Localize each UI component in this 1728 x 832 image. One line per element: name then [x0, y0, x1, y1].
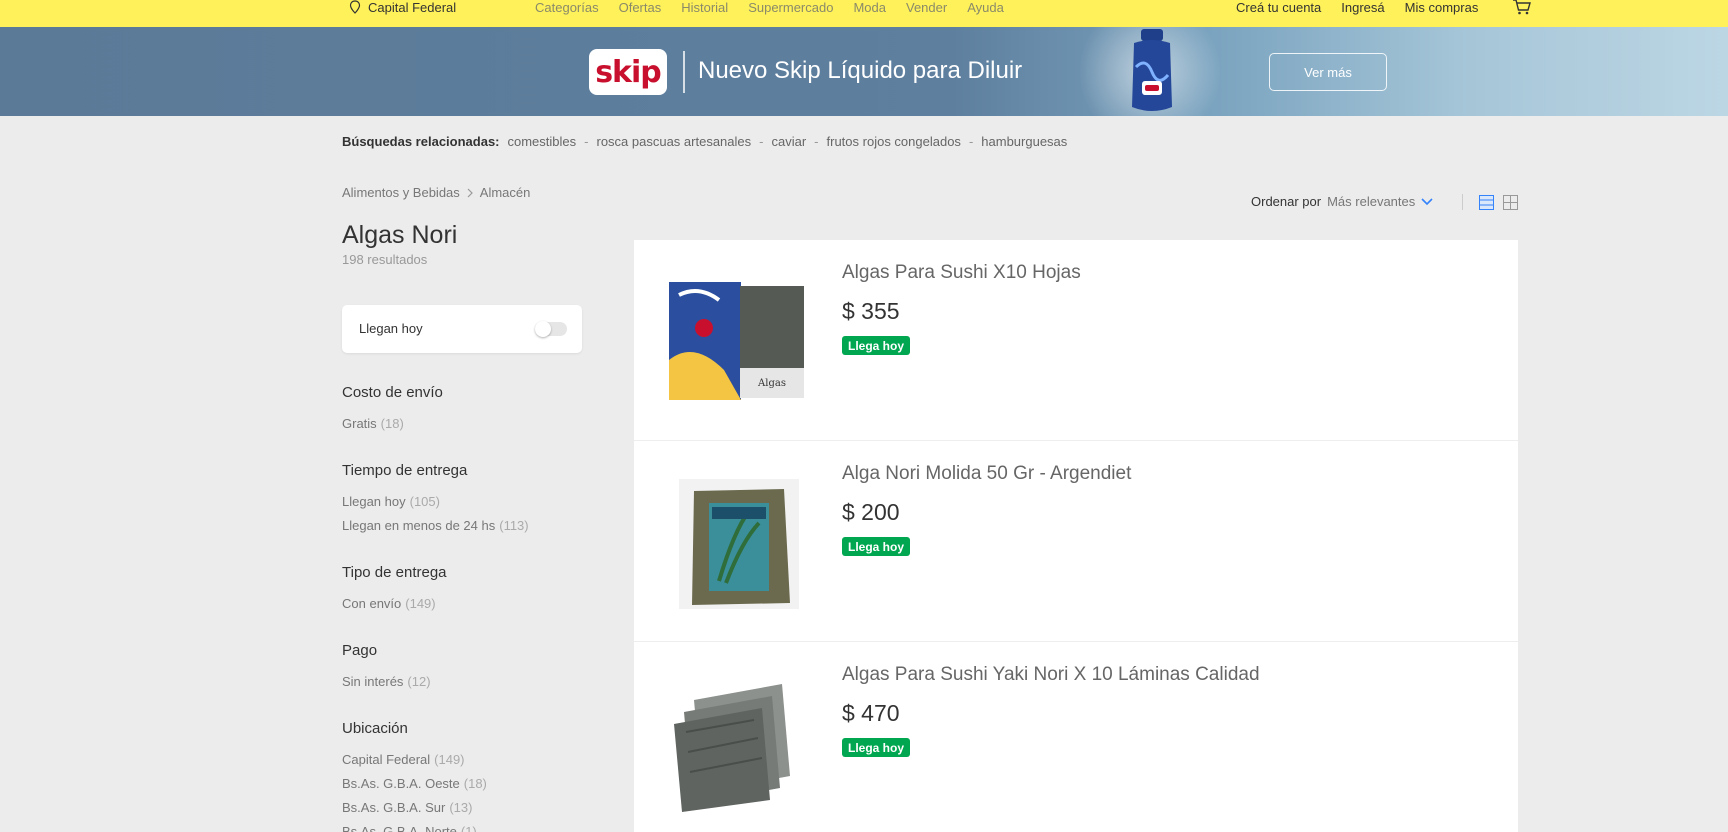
product-image-nori-sheets-pack[interactable]: Algas: [664, 270, 814, 410]
nav-link-categories[interactable]: Categorías: [535, 0, 599, 15]
login-link[interactable]: Ingresá: [1341, 0, 1384, 15]
separator-dot: -: [968, 134, 974, 149]
related-searches-label: Búsquedas relacionadas:: [342, 134, 500, 149]
skip-logo: skip: [589, 49, 667, 95]
page-title: Algas Nori: [342, 221, 458, 249]
arrives-today-badge: Llega hoy: [842, 336, 911, 355]
product-item[interactable]: Alga Nori Molida 50 Gr - Argendiet $ 200…: [634, 441, 1518, 642]
location-pin-icon: [349, 0, 361, 14]
product-list: Algas Algas Para Sushi X10 Hojas $ 355 L…: [634, 240, 1518, 832]
breadcrumb-item-food[interactable]: Alimentos y Bebidas: [342, 185, 460, 200]
product-item[interactable]: Algas Para Sushi Yaki Nori X 10 Láminas …: [634, 642, 1518, 832]
nav-link-fashion[interactable]: Moda: [853, 0, 886, 15]
arrives-today-badge: Llega hoy: [842, 537, 911, 556]
product-title[interactable]: Algas Para Sushi Yaki Nori X 10 Láminas …: [842, 664, 1260, 686]
filter-title: Tipo de entrega: [342, 564, 447, 581]
location-label: Capital Federal: [368, 0, 457, 15]
my-purchases-link[interactable]: Mis compras: [1405, 0, 1479, 15]
filter-option[interactable]: Bs.As. G.B.A. Norte (1): [342, 820, 487, 832]
svg-text:Algas: Algas: [757, 378, 786, 389]
filter-title: Tiempo de entrega: [342, 462, 468, 479]
related-search-link[interactable]: hamburguesas: [981, 134, 1067, 149]
promo-banner[interactable]: skip Nuevo Skip Líquido para Diluir Ver …: [0, 27, 1728, 116]
toggle-knob: [535, 321, 551, 337]
filter-option[interactable]: Bs.As. G.B.A. Sur (13): [342, 796, 487, 820]
top-nav-bar: Capital Federal Categorías Ofertas Histo…: [0, 0, 1728, 27]
filter-group-location: Ubicación Capital Federal (149) Bs.As. G.…: [342, 720, 487, 832]
filter-option[interactable]: Capital Federal (149): [342, 748, 487, 772]
filter-title: Costo de envío: [342, 384, 443, 401]
nav-link-help[interactable]: Ayuda: [967, 0, 1004, 15]
filter-group-payment: Pago Sin interés (12): [342, 642, 431, 694]
product-price: $ 355: [842, 298, 900, 324]
arrives-today-toggle[interactable]: [535, 321, 567, 337]
nav-link-supermarket[interactable]: Supermercado: [748, 0, 833, 15]
list-view-icon[interactable]: [1479, 195, 1494, 210]
account-links: Creá tu cuenta Ingresá Mis compras: [1236, 0, 1479, 15]
product-title[interactable]: Algas Para Sushi X10 Hojas: [842, 262, 1081, 284]
nav-links: Categorías Ofertas Historial Supermercad…: [535, 0, 1004, 15]
breadcrumb-item-almacen[interactable]: Almacén: [480, 185, 531, 200]
filter-option[interactable]: Llegan en menos de 24 hs (113): [342, 514, 529, 538]
product-title[interactable]: Alga Nori Molida 50 Gr - Argendiet: [842, 463, 1131, 485]
separator-dot: -: [759, 134, 764, 149]
filter-group-delivery-time: Tiempo de entrega Llegan hoy (105) Llegan…: [342, 462, 529, 538]
view-divider: [1462, 194, 1463, 210]
grid-view-icon[interactable]: [1503, 195, 1518, 210]
separator-dot: -: [814, 134, 819, 149]
nav-link-offers[interactable]: Ofertas: [619, 0, 662, 15]
banner-headline: Nuevo Skip Líquido para Diluir: [698, 57, 1023, 84]
filter-title: Pago: [342, 642, 378, 659]
arrives-today-label: Llegan hoy: [359, 321, 423, 336]
filter-title: Ubicación: [342, 720, 408, 737]
sort-label: Ordenar por: [1251, 194, 1322, 209]
related-search-link[interactable]: caviar: [771, 134, 806, 149]
filter-option[interactable]: Gratis (18): [342, 412, 443, 436]
product-price: $ 470: [842, 700, 900, 726]
related-search-link[interactable]: rosca pascuas artesanales: [596, 134, 751, 149]
arrives-today-badge: Llega hoy: [842, 738, 911, 757]
sort-value: Más relevantes: [1327, 194, 1416, 209]
arrives-today-filter[interactable]: Llegan hoy: [342, 305, 582, 353]
product-image-ground-nori-bag[interactable]: [664, 471, 814, 611]
filter-group-shipping-cost: Costo de envío Gratis (18): [342, 384, 443, 436]
filter-option[interactable]: Sin interés (12): [342, 670, 431, 694]
cart-icon[interactable]: [1512, 0, 1532, 16]
breadcrumb: Alimentos y Bebidas Almacén: [342, 185, 530, 200]
nav-link-sell[interactable]: Vender: [906, 0, 947, 15]
banner-cta-button[interactable]: Ver más: [1269, 53, 1387, 91]
location-selector[interactable]: Capital Federal: [348, 0, 457, 15]
filter-group-delivery-type: Tipo de entrega Con envío (149): [342, 564, 447, 616]
related-searches: Búsquedas relacionadas: comestibles - ro…: [342, 134, 1067, 149]
results-count: 198 resultados: [342, 252, 428, 267]
chevron-right-icon: [467, 188, 473, 197]
sort-selector[interactable]: Ordenar por Más relevantes: [1251, 194, 1433, 209]
filter-option[interactable]: Bs.As. G.B.A. Oeste (18): [342, 772, 487, 796]
create-account-link[interactable]: Creá tu cuenta: [1236, 0, 1321, 15]
filter-option[interactable]: Con envío (149): [342, 592, 447, 616]
filter-option[interactable]: Llegan hoy (105): [342, 490, 529, 514]
banner-divider: [683, 51, 685, 93]
product-item[interactable]: Algas Algas Para Sushi X10 Hojas $ 355 L…: [634, 240, 1518, 441]
product-image-yaki-nori-sheets[interactable]: [664, 672, 814, 812]
separator-dot: -: [584, 134, 589, 149]
product-price: $ 200: [842, 499, 900, 525]
detergent-bottle-icon: [1132, 29, 1172, 111]
nav-link-history[interactable]: Historial: [681, 0, 728, 15]
chevron-down-icon: [1421, 197, 1433, 205]
related-search-link[interactable]: frutos rojos congelados: [827, 134, 961, 149]
related-search-link[interactable]: comestibles: [508, 134, 577, 149]
